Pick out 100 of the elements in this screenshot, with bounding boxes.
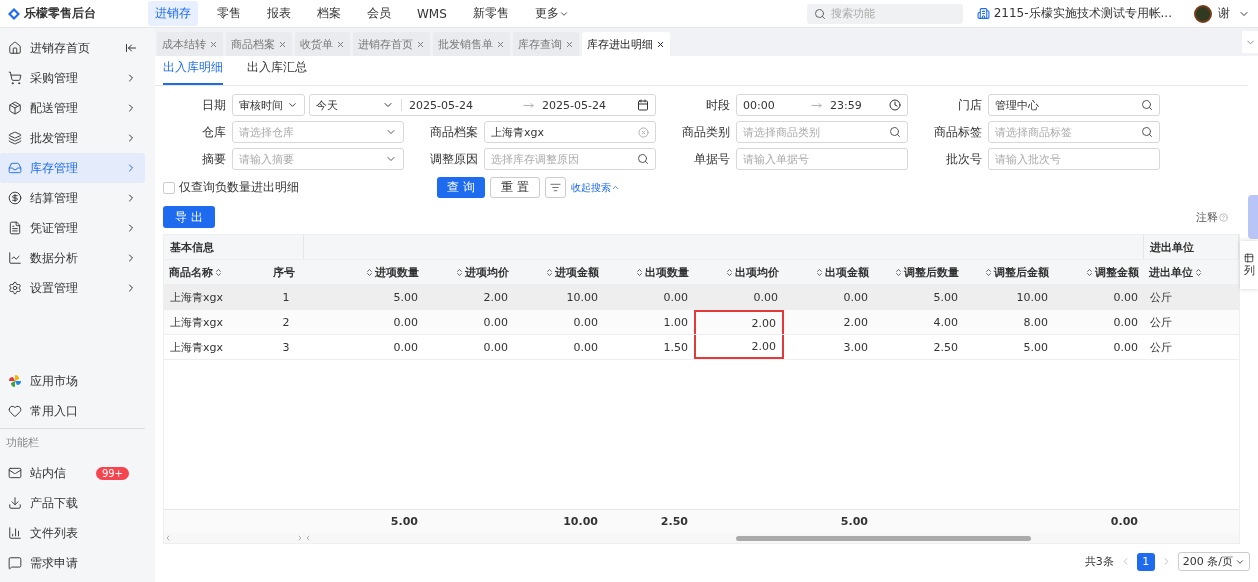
column-header[interactable]: 调整金额 bbox=[1054, 260, 1144, 284]
columns-button[interactable]: 列 bbox=[1240, 241, 1258, 289]
column-header[interactable]: 进项金额 bbox=[514, 260, 604, 284]
collapse-search-link[interactable]: 收起搜索 bbox=[570, 180, 620, 195]
sort-icon[interactable] bbox=[214, 267, 223, 277]
sidebar-item[interactable]: 产品下载 bbox=[0, 488, 145, 518]
sort-icon[interactable] bbox=[894, 267, 903, 277]
nav-tab[interactable]: WMS bbox=[410, 2, 454, 25]
search-icon[interactable] bbox=[637, 153, 649, 165]
cart-icon bbox=[8, 71, 22, 85]
horizontal-scrollbar[interactable] bbox=[164, 533, 1239, 543]
table-row[interactable]: 上海青xgx 2 0.00 0.00 0.00 1.00 2.00 2.00 4.00 8.00 0.00 公斤 bbox=[164, 310, 1239, 335]
account-selector[interactable]: 2115-乐檬实施技术测试专用帐... bbox=[976, 5, 1172, 22]
user-avatar[interactable] bbox=[1194, 4, 1212, 23]
page-button[interactable]: 1 bbox=[1136, 552, 1155, 571]
sort-icon[interactable] bbox=[545, 267, 554, 277]
column-header[interactable]: 调整后金额 bbox=[964, 260, 1054, 284]
nav-tab[interactable]: 进销存 bbox=[148, 1, 198, 26]
sort-icon[interactable] bbox=[725, 267, 734, 277]
page-tab[interactable]: 库存查询 bbox=[513, 32, 579, 56]
table-row[interactable]: 上海青xgx 3 0.00 0.00 0.00 1.50 2.00 3.00 2.50 5.00 0.00 公斤 bbox=[164, 335, 1239, 360]
column-header[interactable]: 出项数量 bbox=[604, 260, 694, 284]
page-tab[interactable]: 商品档案 bbox=[226, 32, 292, 56]
date-range-field[interactable]: 今天 2025-05-24 2025-05-24 bbox=[309, 94, 656, 116]
nav-tab[interactable]: 报表 bbox=[260, 1, 298, 26]
sort-icon[interactable] bbox=[635, 267, 644, 277]
collapse-icon[interactable] bbox=[125, 42, 137, 54]
column-header[interactable]: 调整后数量 bbox=[874, 260, 964, 284]
column-header[interactable]: 序号 bbox=[268, 260, 304, 284]
sidebar-item[interactable]: 设置管理 bbox=[0, 273, 145, 303]
time-range-field[interactable]: 00:00 23:59 bbox=[736, 94, 908, 116]
table-cell-text: 1 bbox=[281, 289, 291, 306]
query-button[interactable]: 查 询 bbox=[437, 177, 485, 198]
sort-icon[interactable] bbox=[815, 267, 824, 277]
clock-icon[interactable] bbox=[889, 99, 901, 111]
message-icon bbox=[8, 556, 22, 570]
sidebar-item[interactable]: 结算管理 bbox=[0, 183, 145, 213]
checkbox-label[interactable]: 仅查询负数量进出明细 bbox=[179, 179, 437, 196]
page-tab[interactable]: 库存进出明细 bbox=[582, 32, 670, 56]
help-icon[interactable] bbox=[1219, 212, 1228, 222]
filter-list-button[interactable] bbox=[544, 177, 566, 198]
page-tab[interactable]: 进销存首页 bbox=[353, 32, 430, 56]
sort-icon[interactable] bbox=[455, 267, 464, 277]
page-tab[interactable]: 收货单 bbox=[295, 32, 350, 56]
sub-tab[interactable]: 出入库明细 bbox=[163, 59, 223, 85]
sort-icon[interactable] bbox=[1085, 267, 1094, 277]
sidebar-item[interactable]: 常用入口 bbox=[0, 396, 145, 426]
nav-tab[interactable]: 档案 bbox=[310, 1, 348, 26]
sort-icon[interactable] bbox=[1194, 267, 1203, 277]
search-icon[interactable] bbox=[1141, 99, 1153, 111]
column-header[interactable]: 商品名称 bbox=[164, 260, 268, 284]
sidebar-item[interactable]: 应用市场 bbox=[0, 366, 145, 396]
table-cell-text: 4.00 bbox=[932, 314, 959, 331]
input-field[interactable]: 上海青xgx bbox=[484, 121, 656, 143]
note-label[interactable]: 注释 bbox=[1196, 209, 1228, 225]
search-icon[interactable] bbox=[889, 126, 901, 138]
close-icon[interactable] bbox=[656, 39, 665, 49]
table-row[interactable]: 上海青xgx 1 5.00 2.00 10.00 0.00 0.00 0.00 5.00 10.00 0.00 公斤 bbox=[164, 285, 1239, 310]
total-cell-text: 5.00 bbox=[839, 514, 869, 530]
page-size-select[interactable]: 200 条/页 bbox=[1177, 552, 1250, 571]
nav-tab[interactable]: 会员 bbox=[360, 1, 398, 26]
table-cell-text: 0.00 bbox=[572, 314, 599, 331]
nav-tab[interactable]: 新零售 bbox=[465, 1, 516, 26]
user-name[interactable]: 谢 bbox=[1218, 5, 1230, 22]
scroll-left-icon[interactable] bbox=[304, 534, 312, 542]
table-cell-text: 10.00 bbox=[1015, 289, 1049, 306]
column-header[interactable]: 进项数量 bbox=[304, 260, 424, 284]
column-header[interactable]: 出项均价 bbox=[694, 260, 784, 284]
column-header[interactable]: 出项金额 bbox=[784, 260, 874, 284]
scroll-right-icon[interactable] bbox=[296, 534, 304, 542]
column-header[interactable]: 进项均价 bbox=[424, 260, 514, 284]
nav-tab[interactable]: 更多 bbox=[527, 1, 576, 26]
sidebar-item[interactable]: 数据分析 bbox=[0, 243, 145, 273]
checkbox[interactable] bbox=[163, 181, 175, 194]
export-button[interactable]: 导 出 bbox=[163, 206, 215, 228]
page-tab[interactable]: 批发销售单 bbox=[433, 32, 510, 56]
date-type-select[interactable]: 审核时间 bbox=[232, 94, 305, 116]
sidebar-item[interactable]: 库存管理 bbox=[0, 153, 145, 183]
sidebar-item[interactable]: 进销存首页 bbox=[0, 33, 145, 63]
app-logo[interactable]: 乐檬零售后台 bbox=[8, 5, 148, 22]
reset-button[interactable]: 重 置 bbox=[489, 177, 540, 198]
table-cell-text: 公斤 bbox=[1149, 289, 1173, 306]
column-header[interactable]: 进出单位 bbox=[1144, 260, 1239, 284]
sidebar-item[interactable]: 需求申请 bbox=[0, 548, 145, 578]
calendar-icon[interactable] bbox=[637, 99, 649, 111]
page-tab[interactable]: 成本结转 bbox=[157, 32, 223, 56]
sidebar-item[interactable]: 配送管理 bbox=[0, 93, 145, 123]
search-icon[interactable] bbox=[1141, 126, 1153, 138]
sidebar-item[interactable]: 批发管理 bbox=[0, 123, 145, 153]
sidebar-item[interactable]: 文件列表 bbox=[0, 518, 145, 548]
sub-tab[interactable]: 出入库汇总 bbox=[247, 59, 307, 85]
scroll-left-icon[interactable] bbox=[164, 534, 172, 542]
sidebar-item[interactable]: 站内信 99+ bbox=[0, 458, 145, 488]
sidebar-item[interactable]: 凭证管理 bbox=[0, 213, 145, 243]
nav-tab[interactable]: 零售 bbox=[210, 1, 248, 26]
input-field[interactable]: 管理中心 bbox=[988, 94, 1160, 116]
sidebar-item[interactable]: 采购管理 bbox=[0, 63, 145, 93]
clear-icon[interactable] bbox=[638, 126, 649, 138]
sort-icon[interactable] bbox=[984, 267, 993, 277]
sort-icon[interactable] bbox=[365, 267, 374, 277]
